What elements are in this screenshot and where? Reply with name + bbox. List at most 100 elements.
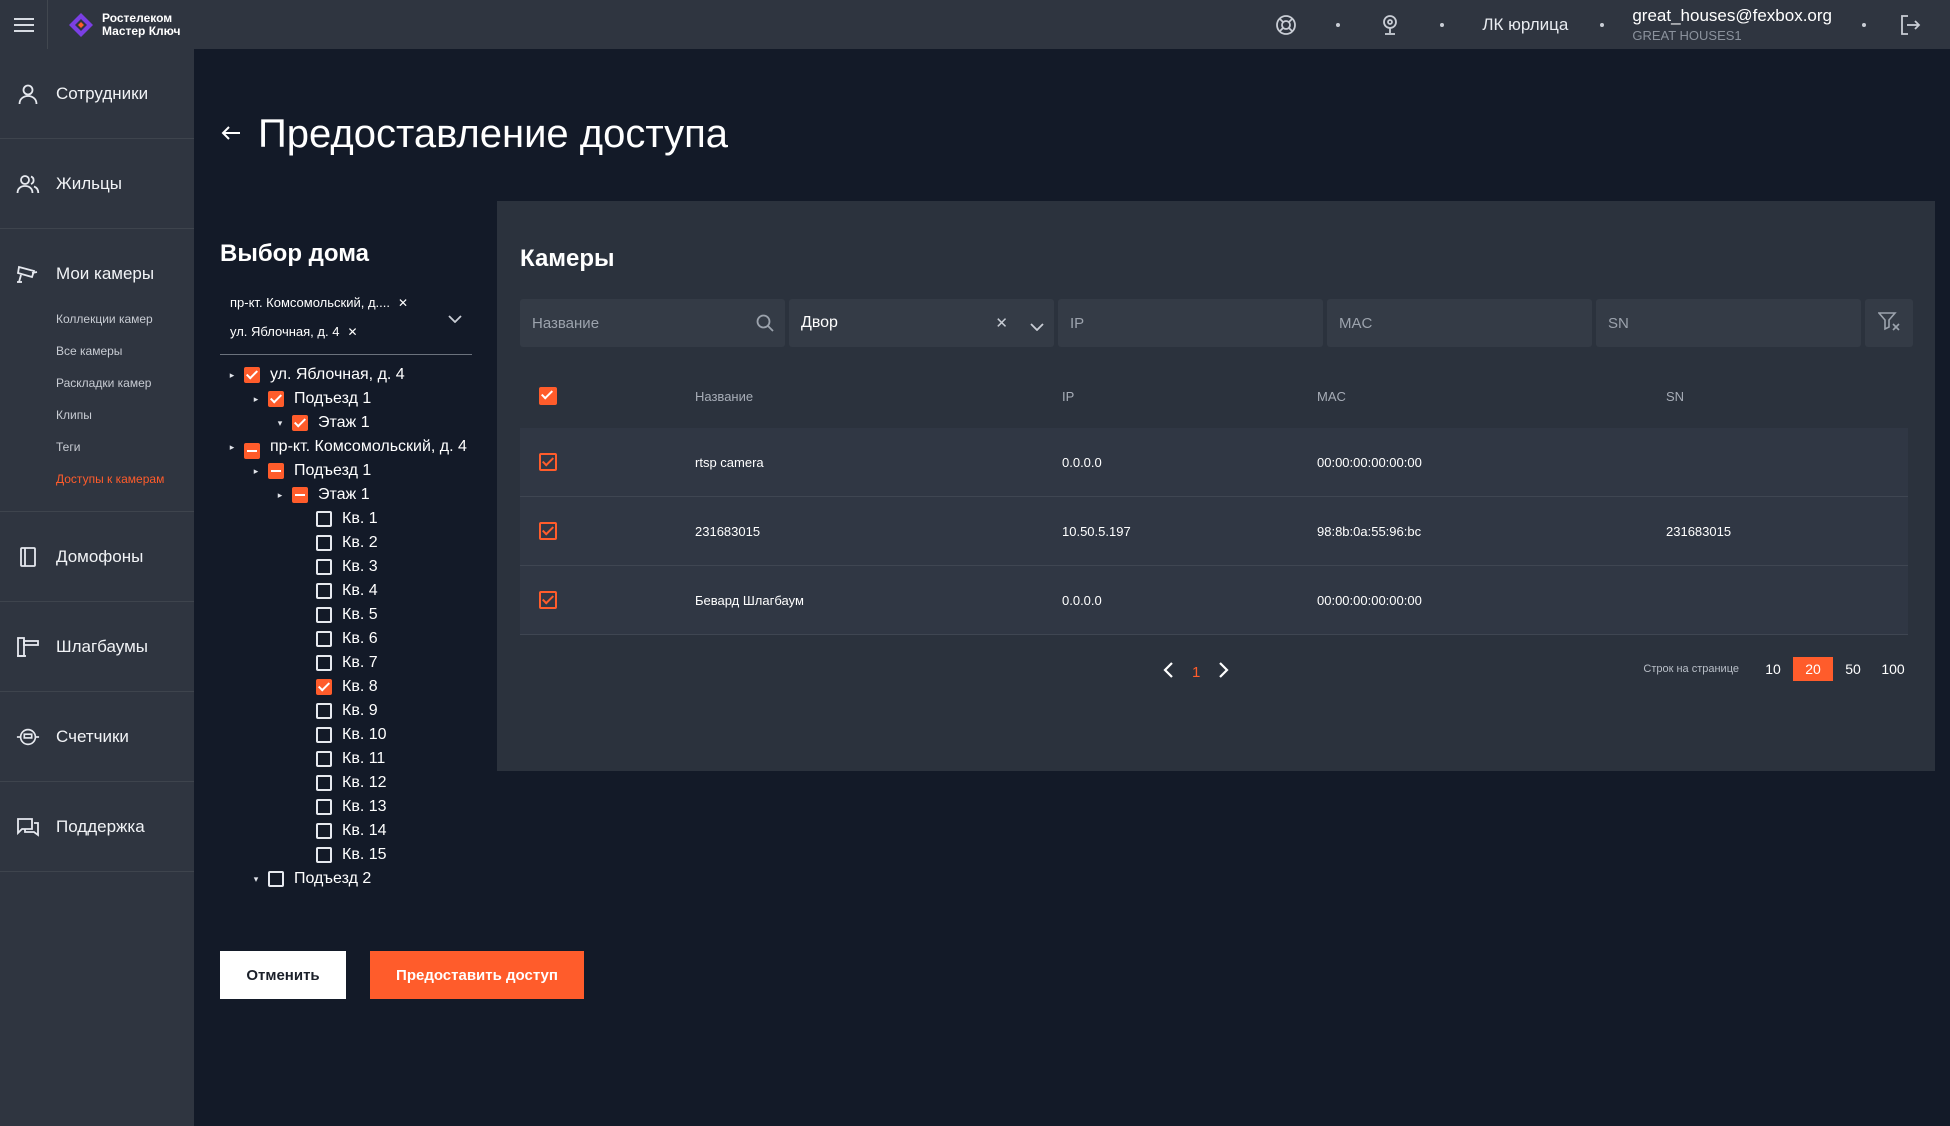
select-all-checkbox[interactable] bbox=[539, 387, 557, 405]
sidebar-item-meters[interactable]: Счетчики bbox=[0, 692, 194, 782]
tree-checkbox[interactable] bbox=[316, 847, 332, 863]
mac-filter-input[interactable]: MAC bbox=[1327, 299, 1592, 347]
tree-checkbox[interactable] bbox=[292, 415, 308, 431]
sidebar-item-support[interactable]: Поддержка bbox=[0, 782, 194, 872]
tree-checkbox[interactable] bbox=[316, 751, 332, 767]
tree-node[interactable]: ▸ пр-кт. Комсомольский, д. 4 bbox=[220, 437, 472, 461]
menu-icon[interactable] bbox=[0, 0, 48, 49]
tree-checkbox[interactable] bbox=[316, 583, 332, 599]
row-checkbox[interactable] bbox=[539, 453, 557, 471]
tree-node[interactable]: Кв. 11 bbox=[220, 749, 472, 773]
tree-checkbox[interactable] bbox=[316, 775, 332, 791]
tree-node[interactable]: Кв. 10 bbox=[220, 725, 472, 749]
type-filter-select[interactable]: Двор ✕ bbox=[789, 299, 1054, 347]
clear-filters-button[interactable] bbox=[1865, 299, 1913, 347]
brand-logo[interactable]: Ростелеком Мастер Ключ bbox=[68, 11, 180, 38]
tree-node[interactable]: Кв. 7 bbox=[220, 653, 472, 677]
user-account[interactable]: great_houses@fexbox.org GREAT HOUSES1 bbox=[1632, 6, 1832, 43]
tree-checkbox[interactable] bbox=[268, 391, 284, 407]
tree-checkbox[interactable] bbox=[244, 367, 260, 383]
search-icon[interactable] bbox=[755, 313, 775, 337]
table-row[interactable]: 231683015 10.50.5.197 98:8b:0a:55:96:bc … bbox=[520, 497, 1908, 566]
ip-filter-input[interactable]: IP bbox=[1058, 299, 1323, 347]
chevron-down-icon[interactable] bbox=[448, 310, 462, 328]
caret-down-icon[interactable]: ▾ bbox=[244, 869, 268, 889]
tree-node[interactable]: ▾ Этаж 1 bbox=[220, 413, 472, 437]
chip-close-icon[interactable]: ✕ bbox=[347, 325, 357, 339]
tree-node[interactable]: Кв. 6 bbox=[220, 629, 472, 653]
tree-checkbox[interactable] bbox=[316, 535, 332, 551]
tree-node[interactable]: ▸ ул. Яблочная, д. 4 bbox=[220, 365, 472, 389]
house-multiselect[interactable]: пр-кт. Комсомольский, д.... ✕ ул. Яблочна… bbox=[220, 286, 472, 355]
sidebar-subitem-collections[interactable]: Коллекции камер bbox=[0, 303, 194, 335]
sidebar-item-barriers[interactable]: Шлагбаумы bbox=[0, 602, 194, 692]
tree-node[interactable]: Кв. 2 bbox=[220, 533, 472, 557]
column-header-mac[interactable]: MAC bbox=[1317, 389, 1666, 404]
sidebar-item-employees[interactable]: Сотрудники bbox=[0, 49, 194, 139]
caret-right-icon[interactable]: ▸ bbox=[268, 485, 292, 505]
tree-checkbox[interactable] bbox=[316, 631, 332, 647]
tree-node[interactable]: Кв. 15 bbox=[220, 845, 472, 869]
tree-checkbox[interactable] bbox=[316, 559, 332, 575]
tree-checkbox[interactable] bbox=[316, 823, 332, 839]
tree-node[interactable]: Кв. 13 bbox=[220, 797, 472, 821]
caret-right-icon[interactable]: ▸ bbox=[220, 365, 244, 385]
tree-node[interactable]: Кв. 3 bbox=[220, 557, 472, 581]
tree-node[interactable]: Кв. 1 bbox=[220, 509, 472, 533]
column-header-name[interactable]: Название bbox=[695, 389, 1062, 404]
clear-icon[interactable]: ✕ bbox=[995, 314, 1008, 332]
caret-right-icon[interactable]: ▸ bbox=[244, 461, 268, 481]
sn-filter-input[interactable]: SN bbox=[1596, 299, 1861, 347]
rows-option-100[interactable]: 100 bbox=[1873, 657, 1913, 681]
grant-access-button[interactable]: Предоставить доступ bbox=[370, 951, 584, 999]
tree-node[interactable]: Кв. 8 bbox=[220, 677, 472, 701]
sidebar-subitem-camera-access[interactable]: Доступы к камерам bbox=[0, 463, 194, 495]
tree-checkbox[interactable] bbox=[316, 727, 332, 743]
tree-node[interactable]: Кв. 12 bbox=[220, 773, 472, 797]
tree-node[interactable]: Кв. 9 bbox=[220, 701, 472, 725]
tree-checkbox[interactable] bbox=[268, 463, 284, 479]
chip-close-icon[interactable]: ✕ bbox=[398, 296, 408, 310]
row-checkbox[interactable] bbox=[539, 522, 557, 540]
logout-icon[interactable] bbox=[1898, 13, 1922, 37]
chevron-left-icon[interactable] bbox=[1162, 661, 1174, 684]
tree-checkbox[interactable] bbox=[316, 655, 332, 671]
table-row[interactable]: Бевард Шлагбаум 0.0.0.0 00:00:00:00:00:0… bbox=[520, 566, 1908, 635]
caret-right-icon[interactable]: ▸ bbox=[220, 437, 244, 457]
tree-checkbox[interactable] bbox=[316, 799, 332, 815]
sidebar-subitem-tags[interactable]: Теги bbox=[0, 431, 194, 463]
tree-node[interactable]: Кв. 14 bbox=[220, 821, 472, 845]
chevron-down-icon[interactable] bbox=[1030, 318, 1044, 336]
sidebar-subitem-all-cameras[interactable]: Все камеры bbox=[0, 335, 194, 367]
tree-node[interactable]: ▾ Подъезд 2 bbox=[220, 869, 472, 893]
sidebar-subitem-layouts[interactable]: Раскладки камер bbox=[0, 367, 194, 399]
cancel-button[interactable]: Отменить bbox=[220, 951, 346, 999]
intercom-icon[interactable] bbox=[1378, 13, 1402, 37]
name-filter-input[interactable]: Название bbox=[520, 299, 785, 347]
caret-down-icon[interactable]: ▾ bbox=[268, 413, 292, 433]
column-header-ip[interactable]: IP bbox=[1062, 389, 1317, 404]
tree-checkbox[interactable] bbox=[244, 443, 260, 459]
tree-checkbox[interactable] bbox=[292, 487, 308, 503]
row-checkbox[interactable] bbox=[539, 591, 557, 609]
rows-option-50[interactable]: 50 bbox=[1833, 657, 1873, 681]
tree-checkbox[interactable] bbox=[316, 607, 332, 623]
sidebar-item-intercoms[interactable]: Домофоны bbox=[0, 512, 194, 602]
table-row[interactable]: rtsp camera 0.0.0.0 00:00:00:00:00:00 bbox=[520, 428, 1908, 497]
rows-option-20[interactable]: 20 bbox=[1793, 657, 1833, 681]
sidebar-subitem-clips[interactable]: Клипы bbox=[0, 399, 194, 431]
tree-checkbox[interactable] bbox=[316, 511, 332, 527]
tree-node[interactable]: Кв. 5 bbox=[220, 605, 472, 629]
rows-option-10[interactable]: 10 bbox=[1753, 657, 1793, 681]
sidebar-item-residents[interactable]: Жильцы bbox=[0, 139, 194, 229]
caret-right-icon[interactable]: ▸ bbox=[244, 389, 268, 409]
chevron-right-icon[interactable] bbox=[1218, 661, 1230, 684]
tree-node[interactable]: ▸ Подъезд 1 bbox=[220, 389, 472, 413]
tree-node[interactable]: ▸ Подъезд 1 bbox=[220, 461, 472, 485]
tree-checkbox[interactable] bbox=[316, 679, 332, 695]
lk-switch[interactable]: ЛК юрлица bbox=[1482, 15, 1568, 35]
support-lifebuoy-icon[interactable] bbox=[1274, 13, 1298, 37]
tree-checkbox[interactable] bbox=[316, 703, 332, 719]
back-arrow-icon[interactable] bbox=[220, 121, 242, 149]
tree-checkbox[interactable] bbox=[268, 871, 284, 887]
